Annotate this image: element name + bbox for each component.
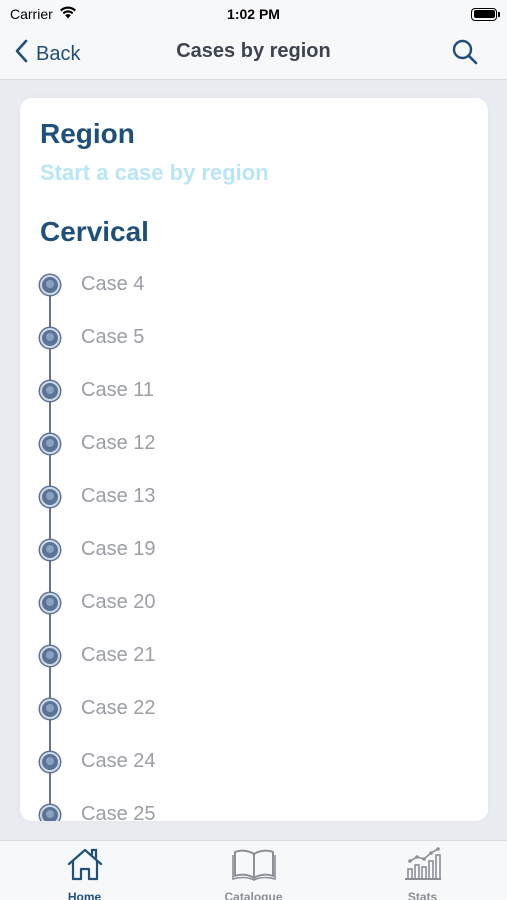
case-label: Case 12: [81, 432, 156, 454]
tab-home[interactable]: Home: [0, 841, 169, 900]
case-label: Case 4: [81, 273, 145, 295]
tab-bar: Home Catalogue Stats: [0, 840, 507, 900]
case-item[interactable]: Case 22: [20, 682, 488, 735]
navigation-bar: Back Cases by region: [0, 28, 507, 80]
status-left: Carrier: [10, 6, 77, 22]
tab-stats-label: Stats: [407, 890, 438, 900]
case-item[interactable]: Case 4: [20, 258, 488, 311]
book-icon: [231, 847, 276, 886]
case-label: Case 20: [81, 591, 156, 613]
battery-icon: [471, 7, 500, 21]
case-item[interactable]: Case 13: [20, 470, 488, 523]
case-item[interactable]: Case 25: [20, 788, 488, 821]
tab-stats[interactable]: Stats: [338, 841, 507, 900]
timeline-dot-icon: [40, 751, 60, 772]
battery-fill: [473, 10, 495, 18]
timeline-dot-icon: [40, 433, 60, 454]
search-icon: [451, 39, 479, 70]
case-label: Case 25: [81, 803, 156, 821]
case-item[interactable]: Case 12: [20, 417, 488, 470]
case-label: Case 13: [81, 485, 156, 507]
case-item[interactable]: Case 5: [20, 311, 488, 364]
case-label: Case 24: [81, 750, 156, 772]
case-item[interactable]: Case 21: [20, 629, 488, 682]
tab-home-label: Home: [67, 890, 102, 900]
case-label: Case 21: [81, 644, 156, 666]
case-item[interactable]: Case 20: [20, 576, 488, 629]
page-title: Cases by region: [176, 40, 331, 62]
tab-catalogue-label: Catalogue: [224, 890, 283, 900]
timeline-dot-icon: [40, 804, 60, 821]
case-item[interactable]: Case 19: [20, 523, 488, 576]
case-label: Case 19: [81, 538, 156, 560]
timeline-dot-icon: [40, 274, 60, 295]
timeline-dot-icon: [40, 486, 60, 507]
house-icon: [66, 847, 104, 886]
case-label: Case 22: [81, 697, 156, 719]
case-timeline: Case 4 Case 5 Case 11 Case 12 Case 13 Ca…: [20, 258, 488, 821]
status-bar: Carrier 1:02 PM: [0, 0, 507, 28]
chart-icon: [403, 847, 443, 886]
timeline-dot-icon: [40, 698, 60, 719]
timeline-dot-icon: [40, 592, 60, 613]
case-item[interactable]: Case 24: [20, 735, 488, 788]
region-card: Region Start a case by region Cervical C…: [20, 98, 488, 821]
carrier-label: Carrier: [10, 6, 53, 22]
search-button[interactable]: [451, 38, 483, 70]
case-label: Case 11: [81, 379, 155, 401]
case-item[interactable]: Case 11: [20, 364, 488, 417]
timeline-dot-icon: [40, 327, 60, 348]
tab-catalogue[interactable]: Catalogue: [169, 841, 338, 900]
case-label: Case 5: [81, 326, 145, 348]
timeline-dot-icon: [40, 380, 60, 401]
region-title: Region: [40, 118, 135, 149]
section-title-cervical: Cervical: [40, 216, 149, 247]
region-subtitle: Start a case by region: [40, 160, 269, 185]
timeline-dot-icon: [40, 645, 60, 666]
timeline-dot-icon: [40, 539, 60, 560]
wifi-icon: [59, 6, 77, 22]
